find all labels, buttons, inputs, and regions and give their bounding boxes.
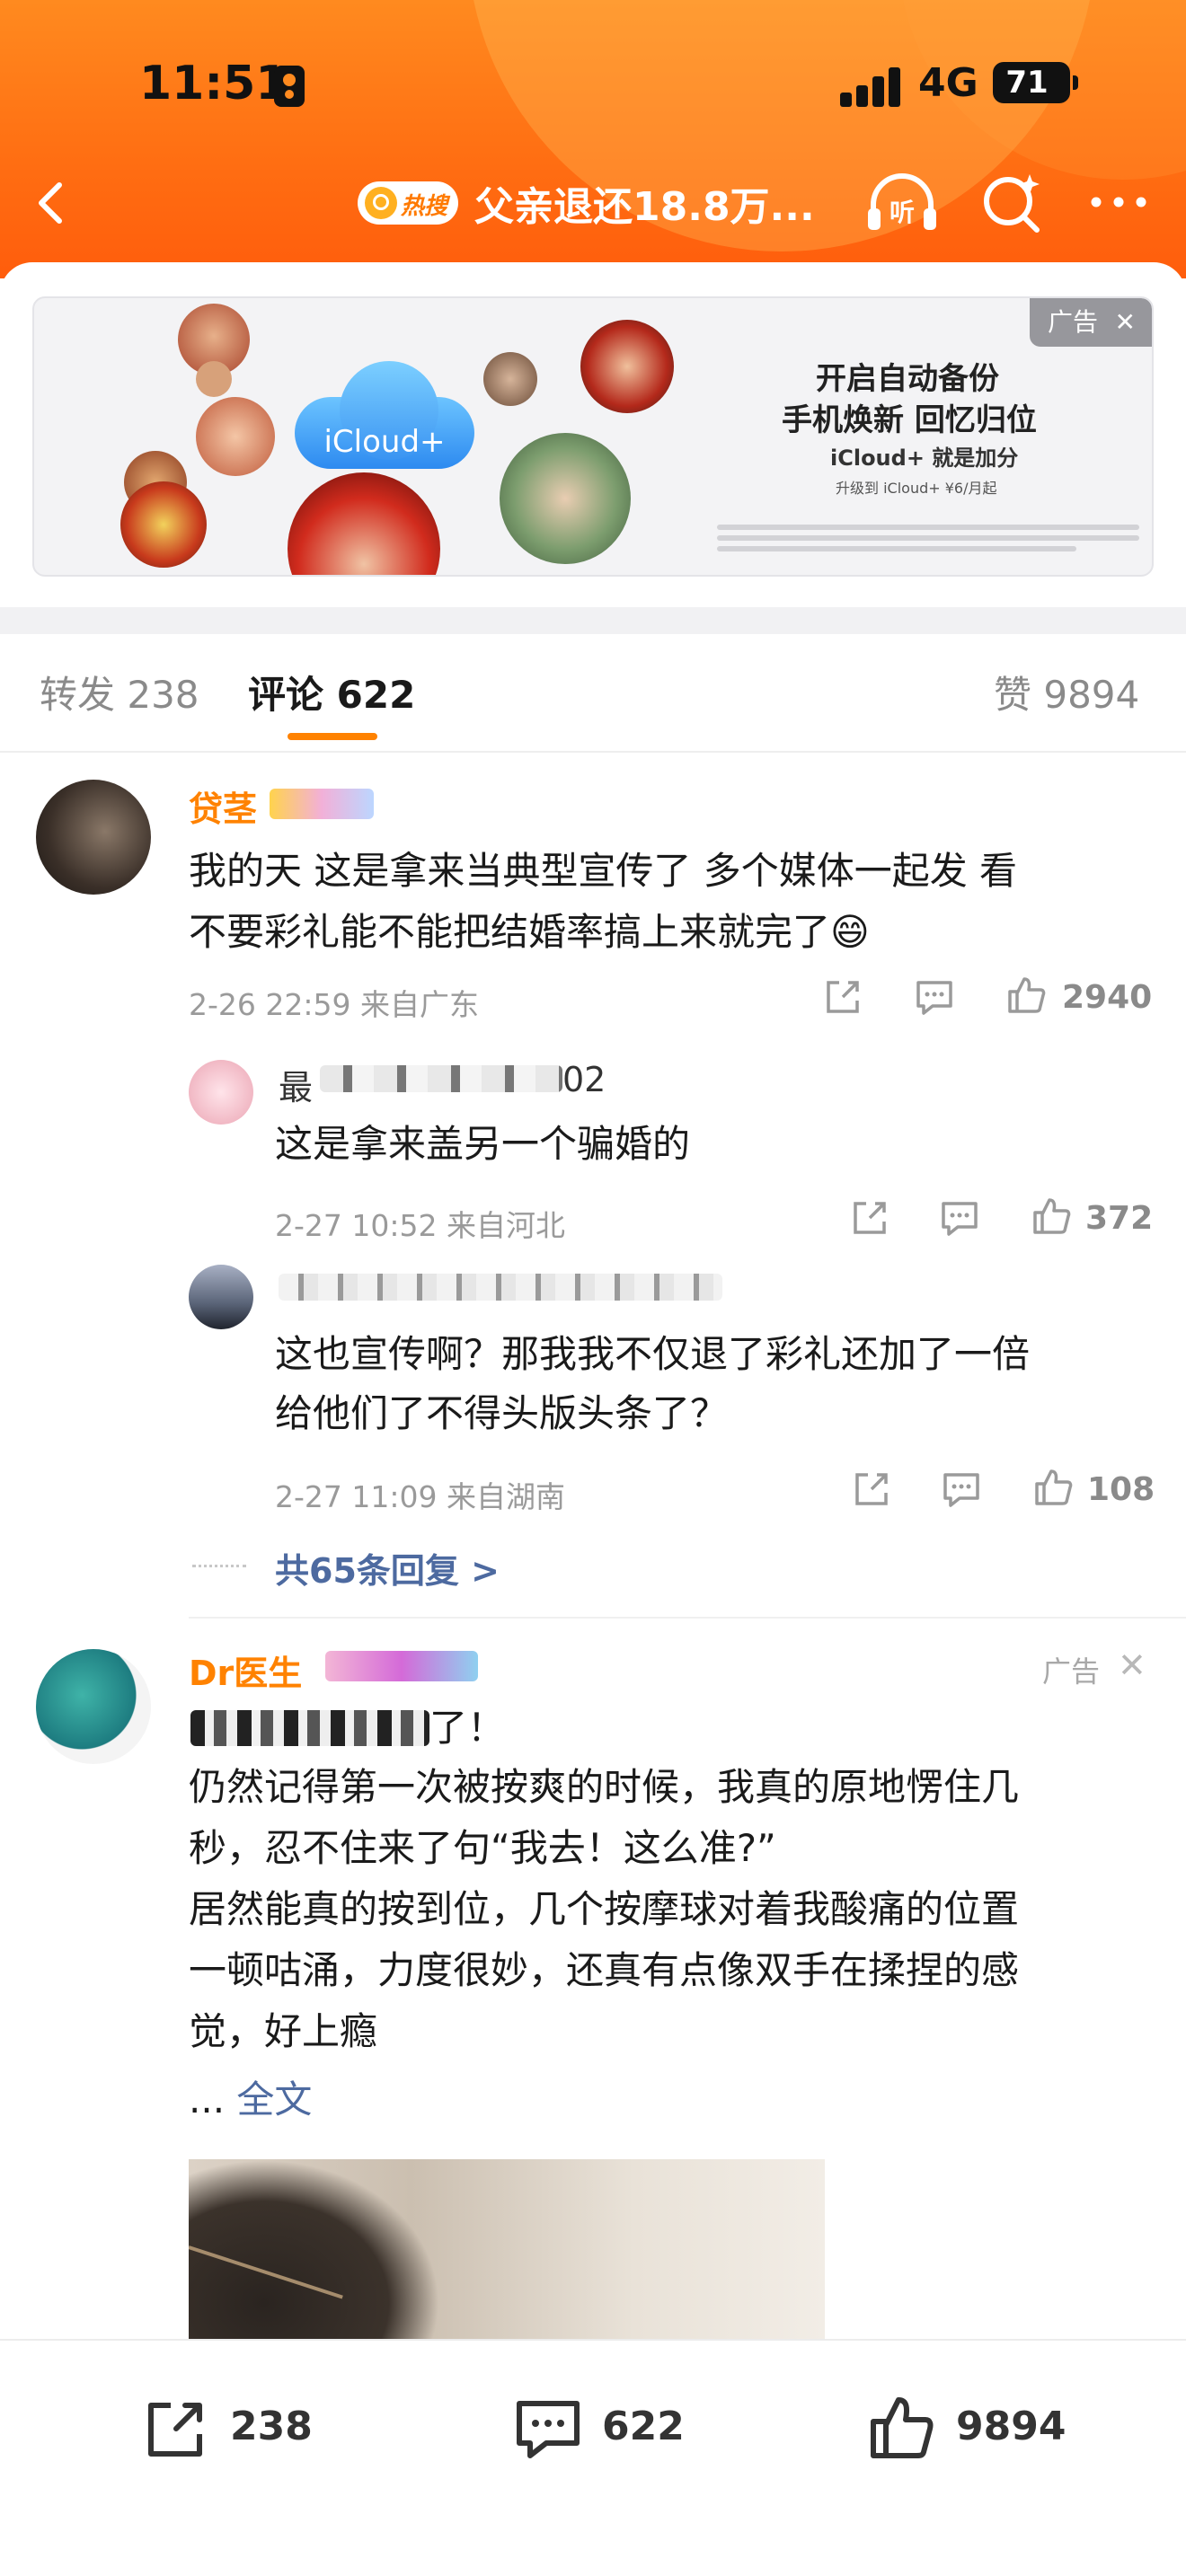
page-title[interactable]: 父亲退还18.8万... bbox=[474, 174, 815, 232]
active-tab-indicator bbox=[288, 733, 377, 740]
ad-headline-4: 升级到 iCloud+ ¥6/月起 bbox=[836, 480, 997, 497]
ad-post-image[interactable] bbox=[189, 2159, 825, 2339]
battery-level: 71 bbox=[1005, 65, 1049, 101]
back-icon[interactable] bbox=[25, 176, 79, 230]
username-blur bbox=[279, 1274, 722, 1301]
share-icon[interactable] bbox=[850, 1468, 893, 1511]
photo-circle bbox=[288, 472, 440, 575]
comment-meta: 2-26 22:59 来自广东 bbox=[189, 987, 479, 1022]
photo-circle bbox=[580, 320, 674, 413]
tab-comments[interactable]: 评论 622 bbox=[248, 665, 415, 719]
hot-badge-label: 热搜 bbox=[401, 193, 448, 220]
comment-text-line: 我的天 这是拿来当典型宣传了 多个媒体一起发 看 bbox=[189, 849, 1018, 893]
ad-headline-3: iCloud+ 就是加分 bbox=[830, 446, 1019, 471]
like-icon[interactable] bbox=[1005, 974, 1048, 1017]
full-text-label[interactable]: 全文 bbox=[236, 2078, 312, 2122]
close-icon[interactable]: ✕ bbox=[1118, 1645, 1146, 1685]
status-time: 11:51 bbox=[139, 57, 288, 110]
username-blur bbox=[320, 1065, 562, 1092]
reply-username-suffix: 02 bbox=[562, 1060, 606, 1099]
share-icon[interactable] bbox=[140, 2393, 212, 2465]
like-count: 108 bbox=[1087, 1471, 1155, 1508]
svg-text:听: 听 bbox=[890, 198, 915, 227]
more-icon[interactable] bbox=[1087, 189, 1150, 216]
ad-fine-print bbox=[717, 519, 1139, 555]
reply-username[interactable]: 最 bbox=[279, 1060, 313, 1109]
ad-close-tag[interactable]: 广告 ✕ bbox=[1030, 298, 1152, 347]
app-header: 11:51 4G 71 热搜 父亲退还18.8万... 听 bbox=[0, 0, 1186, 278]
ad-text-line: 居然能真的按到位，几个按摩球对着我酸痛的位置 bbox=[189, 1887, 1020, 1931]
share-icon[interactable] bbox=[821, 975, 864, 1019]
tab-bar: 转发 238 评论 622 赞 9894 bbox=[0, 665, 1186, 745]
repost-count: 238 bbox=[230, 2404, 313, 2449]
battery-icon: 71 bbox=[993, 62, 1078, 103]
like-icon[interactable] bbox=[1031, 1466, 1075, 1509]
ad-headline-1: 开启自动备份 bbox=[816, 361, 999, 397]
like-icon[interactable] bbox=[866, 2393, 938, 2465]
share-icon[interactable] bbox=[848, 1196, 891, 1239]
tab-repost[interactable]: 转发 238 bbox=[40, 665, 199, 719]
search-icon[interactable] bbox=[979, 171, 1044, 235]
hot-search-icon bbox=[365, 187, 397, 219]
divider bbox=[0, 751, 1186, 753]
text-blur bbox=[190, 1710, 429, 1746]
listen-icon[interactable]: 听 bbox=[864, 169, 940, 235]
focus-icon bbox=[274, 66, 305, 107]
tab-likes[interactable]: 赞 9894 bbox=[994, 665, 1139, 719]
more-replies-link[interactable]: 共65条回复 > bbox=[275, 1543, 500, 1592]
photo-circle bbox=[196, 397, 275, 476]
like-icon[interactable] bbox=[1030, 1195, 1073, 1238]
photo-circle bbox=[120, 481, 207, 568]
avatar[interactable] bbox=[189, 1060, 253, 1125]
full-text-link[interactable]: ... 全文 bbox=[189, 2069, 312, 2124]
signal-icon bbox=[840, 66, 903, 107]
ad-headline-2: 手机焕新 回忆归位 bbox=[782, 402, 1037, 438]
ad-tag: 广告 bbox=[1042, 1654, 1101, 1689]
avatar[interactable] bbox=[36, 780, 151, 895]
replies-dots bbox=[192, 1565, 246, 1567]
comment-count: 622 bbox=[602, 2404, 685, 2449]
ad-text-line: 一顿咕涌，力度很妙，还真有点像双手在揉捏的感 bbox=[189, 1948, 1020, 1992]
avatar[interactable] bbox=[189, 1265, 253, 1329]
comment-icon[interactable] bbox=[512, 2393, 584, 2465]
reply-meta: 2-27 10:52 来自河北 bbox=[275, 1208, 565, 1243]
comment-username[interactable]: 贷茎 bbox=[189, 781, 257, 831]
nav-bar: 热搜 父亲退还18.8万... 听 bbox=[0, 162, 1186, 243]
comment-icon[interactable] bbox=[938, 1196, 981, 1239]
ad-banner[interactable]: iCloud+ 开启自动备份 手机焕新 回忆归位 iCloud+ 就是加分 升级… bbox=[32, 296, 1154, 577]
bottom-action-bar: 238 622 9894 bbox=[0, 2339, 1186, 2576]
reply-text-line: 这是拿来盖另一个骗婚的 bbox=[275, 1122, 691, 1166]
ad-text-line: 了！ bbox=[429, 1706, 506, 1750]
username-badge bbox=[270, 789, 374, 819]
like-count: 9894 bbox=[956, 2404, 1067, 2449]
reply-text-line: 这也宣传啊？那我我不仅退了彩礼还加了一倍 bbox=[275, 1332, 1031, 1376]
divider bbox=[189, 1617, 1186, 1619]
ad-text-line: 仍然记得第一次被按爽的时候，我真的原地愣住几 bbox=[189, 1765, 1020, 1809]
status-bar: 11:51 4G 71 bbox=[0, 49, 1186, 121]
photo-circle bbox=[483, 352, 537, 406]
ellipsis: ... bbox=[189, 2078, 237, 2122]
icloud-logo: iCloud+ bbox=[295, 361, 474, 469]
avatar[interactable] bbox=[36, 1649, 151, 1764]
section-separator bbox=[0, 607, 1186, 634]
ad-username[interactable]: Dr医生 bbox=[189, 1645, 302, 1695]
comment-icon[interactable] bbox=[940, 1468, 983, 1511]
network-type: 4G bbox=[918, 60, 978, 106]
reply-meta: 2-27 11:09 来自湖南 bbox=[275, 1479, 565, 1514]
close-icon[interactable]: ✕ bbox=[1115, 298, 1136, 347]
like-count: 2940 bbox=[1062, 979, 1153, 1016]
username-badge bbox=[325, 1651, 478, 1681]
ad-text-line: 秒，忍不住来了句“我去！这么准?” bbox=[189, 1826, 776, 1870]
icloud-label: iCloud+ bbox=[323, 424, 446, 460]
photo-circle bbox=[500, 433, 631, 564]
reply-text-line: 给他们了不得头版头条了？ bbox=[275, 1391, 729, 1435]
photo-circle bbox=[196, 361, 232, 397]
hot-search-badge[interactable]: 热搜 bbox=[358, 181, 458, 225]
comment-text-line: 不要彩礼能不能把结婚率搞上来就完了😄 bbox=[189, 910, 870, 954]
comment-icon[interactable] bbox=[913, 975, 956, 1019]
like-count: 372 bbox=[1085, 1200, 1154, 1237]
ad-text-line: 觉，好上瘾 bbox=[189, 2009, 378, 2053]
ad-tag-label: 广告 bbox=[1048, 307, 1099, 337]
